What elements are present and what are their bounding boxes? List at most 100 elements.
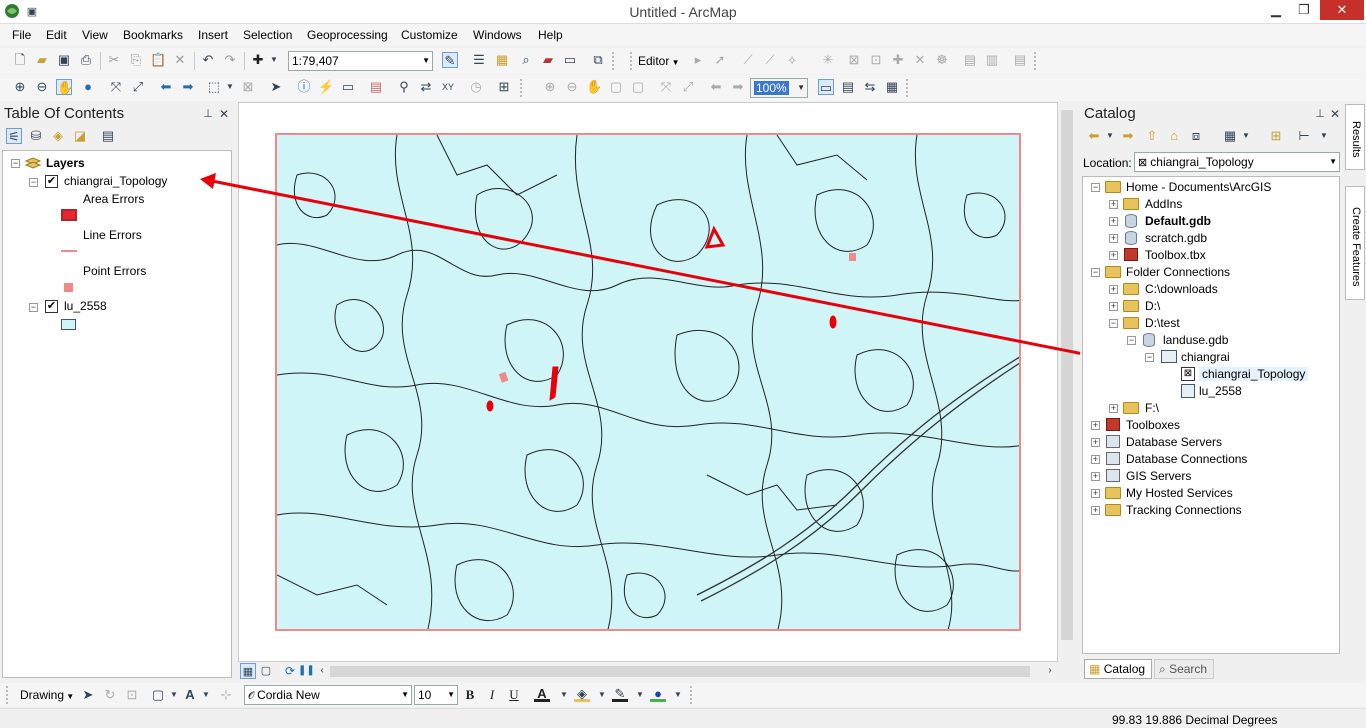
create-features-icon[interactable]: ▥	[984, 52, 1000, 68]
fixed-zoom-in-icon[interactable]: ⤧	[108, 79, 124, 95]
expand-icon[interactable]: +	[1109, 251, 1118, 260]
zoom-100-icon[interactable]: ▢	[630, 79, 646, 95]
connect-folder-icon[interactable]: ⧈	[1188, 128, 1204, 144]
expand-icon[interactable]: +	[1091, 472, 1100, 481]
expand-icon[interactable]: +	[1109, 404, 1118, 413]
expand-icon[interactable]: +	[1091, 489, 1100, 498]
layout-zoom-in-icon[interactable]: ⊕	[542, 79, 558, 95]
chevron-down-icon[interactable]: ▼	[670, 687, 686, 703]
chevron-down-icon[interactable]: ▼	[556, 687, 572, 703]
paste-icon[interactable]: 📋	[150, 52, 166, 68]
data-view-icon[interactable]: ▦	[240, 663, 256, 679]
options-icon[interactable]: ▤	[100, 128, 116, 144]
layout-pan-icon[interactable]: ✋	[586, 79, 602, 95]
layer-visibility-checkbox[interactable]: ✔	[45, 300, 58, 313]
model-builder-icon[interactable]: ⧉	[590, 52, 606, 68]
expand-icon[interactable]: +	[1091, 438, 1100, 447]
zoom-whole-page-icon[interactable]: ▢	[608, 79, 624, 95]
toolbar-grip[interactable]	[906, 79, 909, 97]
drawing-menu[interactable]: Drawing ▼	[20, 688, 74, 702]
fill-color-icon[interactable]: ◈	[574, 686, 590, 702]
menu-selection[interactable]: Selection	[243, 28, 292, 42]
close-button[interactable]: ✕	[1320, 0, 1364, 20]
catalog-item[interactable]: AddIns	[1145, 197, 1182, 211]
layout-zoom-out-icon[interactable]: ⊖	[564, 79, 580, 95]
side-tab-results[interactable]: Results	[1345, 104, 1365, 170]
expand-icon[interactable]: +	[1091, 506, 1100, 515]
catalog-item[interactable]: D:\	[1145, 299, 1160, 313]
time-slider-icon[interactable]: ◷	[468, 79, 484, 95]
find-route-icon[interactable]: ⇄	[418, 79, 434, 95]
layer-visibility-checkbox[interactable]: ✔	[45, 175, 58, 188]
views-icon[interactable]: ▦	[1222, 128, 1238, 144]
pin-icon[interactable]: ⊥	[200, 106, 216, 122]
line-color-icon[interactable]: ✎	[612, 686, 628, 702]
add-data-icon[interactable]: ✚	[250, 52, 266, 68]
edit-vertices-icon[interactable]: ⊹	[218, 687, 234, 703]
forward-extent-icon[interactable]: ➡	[180, 79, 196, 95]
location-combo[interactable]: ⊠ chiangrai_Topology ▼	[1134, 152, 1340, 172]
list-by-selection-icon[interactable]: ◪	[72, 128, 88, 144]
chevron-down-icon[interactable]: ▼	[1316, 128, 1332, 144]
expand-icon[interactable]: +	[1109, 234, 1118, 243]
minimize-button[interactable]: ▁	[1262, 0, 1290, 20]
chevron-down-icon[interactable]: ▼	[632, 687, 648, 703]
toolbar-grip[interactable]	[520, 79, 523, 97]
expand-icon[interactable]: +	[1109, 302, 1118, 311]
menu-geoprocessing[interactable]: Geoprocessing	[307, 28, 388, 42]
undo-icon[interactable]: ↶	[200, 52, 216, 68]
cut-icon[interactable]: ✂	[106, 52, 122, 68]
zoom-out-icon[interactable]: ⊖	[34, 79, 50, 95]
back-extent-icon[interactable]: ⬅	[158, 79, 174, 95]
toolbar-grip[interactable]	[6, 686, 9, 704]
menu-bookmarks[interactable]: Bookmarks	[123, 28, 183, 42]
sketch-properties-icon[interactable]: ▤	[962, 52, 978, 68]
python-window-icon[interactable]: ▭	[562, 52, 578, 68]
split-icon[interactable]: ⊠	[846, 52, 862, 68]
toggle-draft-mode-icon[interactable]: ▭	[818, 79, 834, 95]
pause-drawing-icon[interactable]: ❚❚	[298, 663, 315, 679]
open-icon[interactable]: ▰	[34, 52, 50, 68]
chevron-down-icon[interactable]: ▼	[1102, 128, 1118, 144]
editor-toolbar-icon[interactable]: ✎	[442, 52, 458, 68]
layer-name[interactable]: lu_2558	[64, 299, 107, 313]
menu-edit[interactable]: Edit	[46, 28, 67, 42]
collapse-icon[interactable]: −	[29, 178, 38, 187]
print-icon[interactable]: ⎙	[78, 52, 94, 68]
tab-search[interactable]: ⌕ Search	[1154, 659, 1214, 679]
up-one-level-icon[interactable]: ⇧	[1144, 128, 1160, 144]
chevron-down-icon[interactable]: ▼	[198, 687, 214, 703]
maximize-button[interactable]: ❐	[1290, 0, 1318, 20]
fixed-zoom-out-layout-icon[interactable]: ⤢	[680, 79, 696, 95]
scroll-right-icon[interactable]: ›	[1042, 663, 1058, 679]
full-extent-icon[interactable]: ●	[80, 79, 96, 95]
data-driven-pages-icon[interactable]: ▦	[884, 79, 900, 95]
menu-windows[interactable]: Windows	[473, 28, 522, 42]
edit-tool-icon[interactable]: ▸	[690, 52, 706, 68]
toolbar-grip[interactable]	[1034, 52, 1037, 70]
fixed-zoom-out-icon[interactable]: ⤢	[130, 79, 146, 95]
collapse-icon[interactable]: −	[1091, 268, 1100, 277]
catalog-item[interactable]: Database Servers	[1126, 435, 1222, 449]
refresh-icon[interactable]: ⟳	[282, 663, 298, 679]
rectangle-icon[interactable]: ▢	[150, 687, 166, 703]
redo-icon[interactable]: ↷	[222, 52, 238, 68]
table-of-contents-icon[interactable]: ☰	[471, 52, 487, 68]
pan-icon[interactable]: ✋	[56, 79, 73, 95]
chevron-down-icon[interactable]: ▼	[594, 687, 610, 703]
delete-icon[interactable]: ✕	[172, 52, 188, 68]
horizontal-scrollbar[interactable]	[330, 666, 1030, 677]
edit-annotation-icon[interactable]: ➚	[712, 52, 728, 68]
zoom-to-elements-icon[interactable]: ⊡	[124, 687, 140, 703]
catalog-item[interactable]: C:\downloads	[1145, 282, 1218, 296]
fixed-zoom-in-layout-icon[interactable]: ⤧	[658, 79, 674, 95]
select-features-icon[interactable]: ⬚	[206, 79, 222, 95]
list-by-visibility-icon[interactable]: ◈	[50, 128, 66, 144]
menu-help[interactable]: Help	[538, 28, 563, 42]
catalog-item[interactable]: Folder Connections	[1126, 265, 1230, 279]
catalog-item[interactable]: scratch.gdb	[1145, 231, 1207, 245]
search-window-icon[interactable]: ⌕	[518, 52, 534, 68]
catalog-window-icon[interactable]: ▦	[494, 52, 510, 68]
collapse-icon[interactable]: −	[29, 303, 38, 312]
rotate-icon[interactable]: ↻	[102, 687, 118, 703]
